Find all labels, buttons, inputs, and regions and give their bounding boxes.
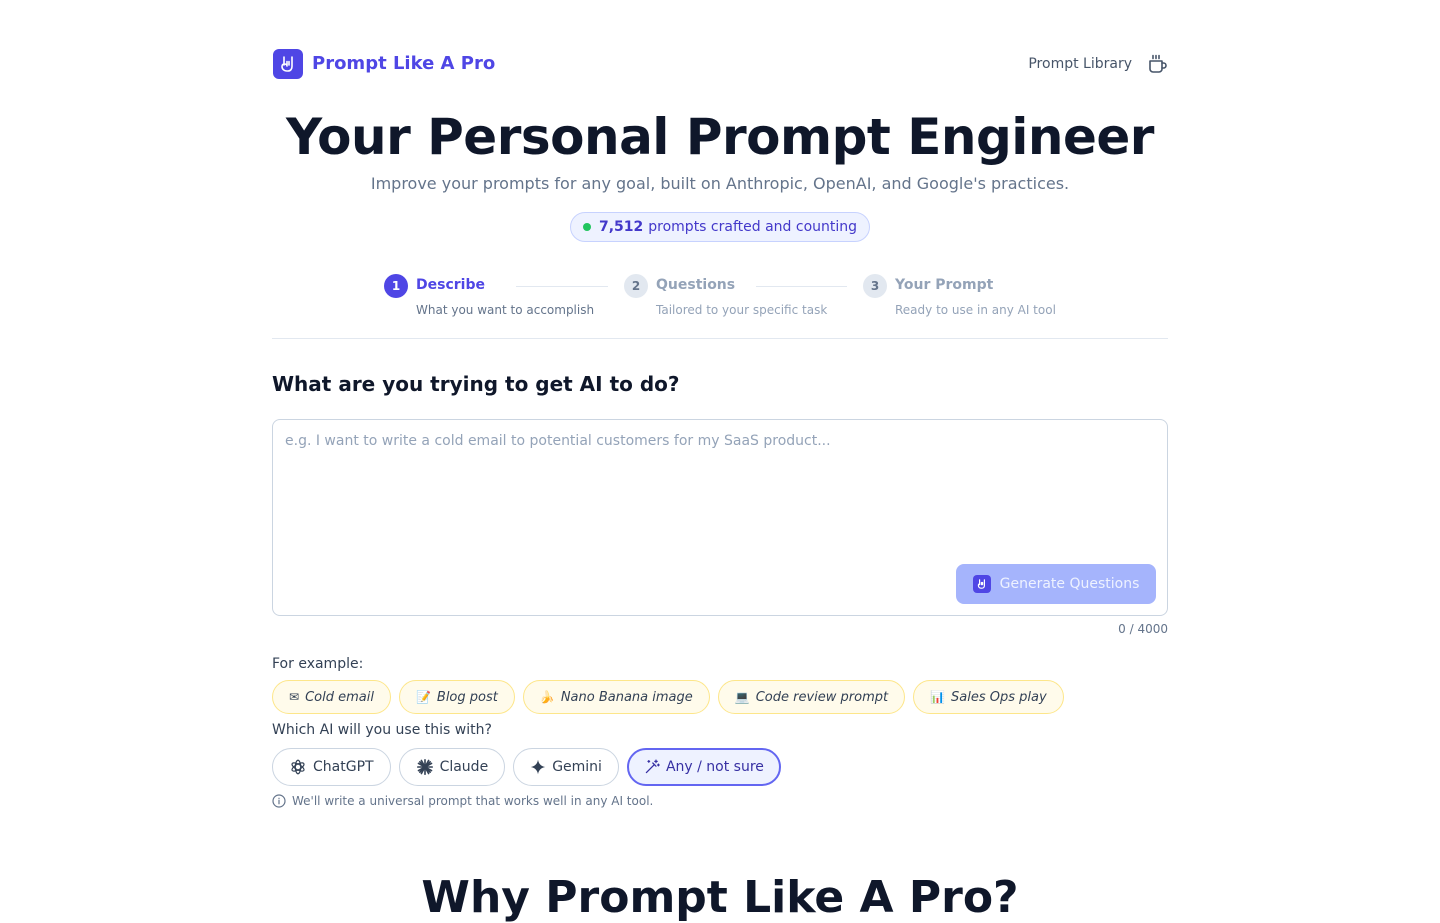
example-chip-nano-banana[interactable]: 🍌 Nano Banana image — [522, 680, 710, 714]
ai-select-label: Which AI will you use this with? — [272, 722, 492, 738]
counter-text: prompts crafted and counting — [648, 219, 858, 235]
page-title: Your Personal Prompt Engineer — [286, 108, 1154, 166]
chip-label: Blog post — [436, 689, 498, 705]
example-chip-code-review[interactable]: 💻 Code review prompt — [717, 680, 906, 714]
example-chip-sales-ops[interactable]: 📊 Sales Ops play — [913, 680, 1064, 714]
claude-starburst-icon — [416, 758, 433, 776]
example-chips: ✉ Cold email 📝 Blog post 🍌 Nano Banana i… — [272, 680, 1064, 714]
page-subtitle: Improve your prompts for any goal, built… — [370, 174, 1070, 193]
header: Prompt Like A Pro Prompt Library — [272, 48, 1168, 80]
task-description-input[interactable] — [273, 420, 1167, 560]
envelope-icon: ✉ — [289, 690, 300, 704]
ai-options: ChatGPT Claude Gemini Any / not sure — [272, 748, 781, 786]
step-description: What you want to accomplish — [416, 303, 595, 317]
step-label: Your Prompt — [895, 277, 994, 293]
ai-note: We'll write a universal prompt that work… — [272, 794, 653, 808]
chip-label: Code review prompt — [755, 689, 889, 705]
step-number: 2 — [624, 274, 648, 298]
step-connector — [516, 286, 608, 287]
ai-option-label: ChatGPT — [313, 759, 374, 775]
step-label: Describe — [416, 277, 485, 293]
prompts-counter-badge: 7,512 prompts crafted and counting — [569, 212, 871, 242]
gemini-sparkle-icon — [530, 759, 546, 775]
step-connector — [756, 286, 847, 287]
examples-label: For example: — [272, 656, 364, 672]
counter-value: 7,512 — [598, 219, 644, 235]
step-description: Ready to use in any AI tool — [895, 303, 1056, 317]
coffee-mug-icon[interactable] — [1146, 53, 1168, 75]
counter-wrapper: 7,512 prompts crafted and counting — [272, 212, 1168, 242]
step-number: 3 — [863, 274, 887, 298]
example-chip-blog-post[interactable]: 📝 Blog post — [398, 680, 515, 714]
chip-label: Nano Banana image — [560, 689, 693, 705]
ai-option-label: Any / not sure — [665, 759, 764, 775]
magic-wand-icon — [645, 759, 660, 774]
info-icon — [272, 794, 286, 808]
chip-label: Sales Ops play — [951, 689, 1047, 705]
ai-option-label: Claude — [439, 759, 489, 775]
character-count: 0 / 4000 — [1118, 622, 1168, 636]
step-number: 1 — [384, 274, 408, 298]
banana-icon: 🍌 — [539, 690, 555, 704]
generate-questions-button[interactable]: Generate Questions — [956, 564, 1156, 604]
step-label: Questions — [656, 277, 736, 293]
rock-hand-icon — [972, 575, 991, 593]
brand-name[interactable]: Prompt Like A Pro — [312, 53, 495, 74]
step-description: Tailored to your specific task — [656, 303, 828, 317]
ai-note-text: We'll write a universal prompt that work… — [292, 794, 654, 808]
ai-option-any[interactable]: Any / not sure — [626, 748, 781, 786]
chip-label: Cold email — [305, 689, 374, 705]
task-question-heading: What are you trying to get AI to do? — [272, 372, 680, 396]
ai-option-claude[interactable]: Claude — [398, 748, 506, 786]
ai-option-chatgpt[interactable]: ChatGPT — [272, 748, 391, 786]
openai-icon — [291, 759, 305, 775]
ai-option-label: Gemini — [552, 759, 602, 775]
task-input-box: Generate Questions — [272, 419, 1168, 616]
status-dot — [582, 223, 591, 231]
laptop-icon: 💻 — [734, 690, 750, 704]
why-section-heading: Why Prompt Like A Pro? — [421, 872, 1019, 923]
rock-hand-logo-icon[interactable] — [273, 49, 303, 79]
ai-option-gemini[interactable]: Gemini — [513, 748, 619, 786]
example-chip-cold-email[interactable]: ✉ Cold email — [272, 680, 391, 714]
bar-chart-icon: 📊 — [930, 690, 946, 704]
memo-icon: 📝 — [415, 690, 431, 704]
generate-questions-label: Generate Questions — [999, 576, 1140, 592]
section-divider — [272, 338, 1168, 339]
prompt-library-link[interactable]: Prompt Library — [1028, 56, 1132, 72]
